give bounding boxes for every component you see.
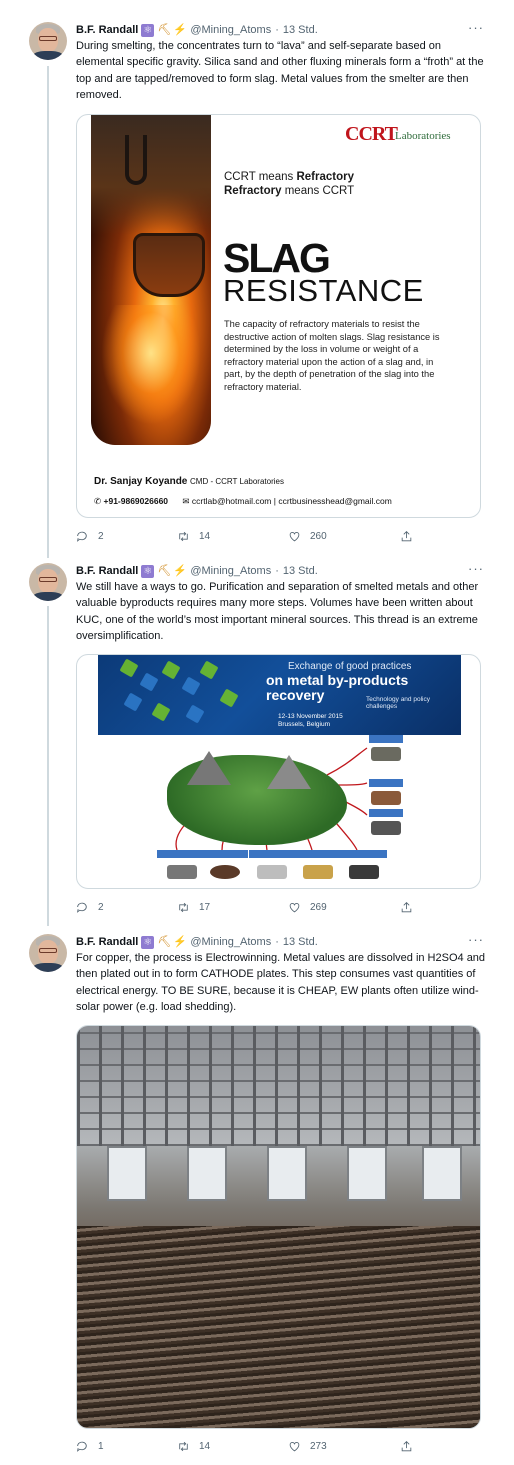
retweet-button[interactable]: 14 bbox=[177, 530, 210, 543]
poster-description: The capacity of refractory materials to … bbox=[224, 319, 440, 392]
timestamp[interactable]: 13 Std. bbox=[283, 936, 318, 948]
mountain bbox=[187, 751, 231, 785]
timestamp[interactable]: 13 Std. bbox=[283, 24, 318, 36]
product-label bbox=[341, 850, 387, 858]
heart-icon bbox=[289, 532, 300, 542]
author-name[interactable]: B.F. Randall bbox=[76, 24, 138, 36]
tweet-media-image[interactable] bbox=[76, 1025, 481, 1429]
separator: · bbox=[275, 24, 279, 36]
tweet-header: B.F. Randall ⚛ ⛏ ⚡ @Mining_Atoms · 13 St… bbox=[76, 563, 318, 579]
ccrt-logo: CCRT bbox=[345, 123, 398, 145]
pick-emoji-icon: ⛏ bbox=[157, 935, 172, 948]
tweet-text: During smelting, the concentrates turn t… bbox=[76, 40, 484, 101]
more-icon[interactable]: ··· bbox=[468, 20, 484, 35]
avatar[interactable] bbox=[29, 934, 67, 972]
tweet-actions: 2 17 269 bbox=[76, 901, 481, 917]
poster-title-resistance: RESISTANCE bbox=[223, 273, 424, 308]
tweet-3[interactable]: B.F. Randall ⚛ ⛏ ⚡ @Mining_Atoms · 13 St… bbox=[0, 932, 514, 1459]
reply-button[interactable]: 2 bbox=[76, 530, 104, 543]
tweet-actions: 2 14 260 bbox=[76, 530, 481, 546]
tweet-text: We still have a ways to go. Purification… bbox=[76, 581, 479, 642]
poster-person: Dr. Sanjay Koyande CMD - CCRT Laboratori… bbox=[94, 476, 284, 487]
atom-emoji-icon: ⚛ bbox=[141, 935, 155, 949]
lightning-emoji-icon: ⚡ bbox=[173, 23, 188, 36]
product-image bbox=[167, 865, 197, 879]
tweet-header: B.F. Randall ⚛ ⛏ ⚡ @Mining_Atoms · 13 St… bbox=[76, 934, 318, 950]
atom-emoji-icon: ⚛ bbox=[141, 23, 155, 37]
reply-button[interactable]: 1 bbox=[76, 1440, 104, 1453]
reply-icon bbox=[76, 902, 87, 913]
product-label bbox=[295, 850, 341, 858]
retweet-icon bbox=[179, 902, 188, 913]
share-icon bbox=[401, 1441, 412, 1452]
author-name[interactable]: B.F. Randall bbox=[76, 565, 138, 577]
share-button[interactable] bbox=[400, 530, 422, 543]
share-button[interactable] bbox=[400, 901, 422, 914]
tweet-2[interactable]: B.F. Randall ⚛ ⛏ ⚡ @Mining_Atoms · 13 St… bbox=[0, 561, 514, 918]
timestamp[interactable]: 13 Std. bbox=[283, 565, 318, 577]
pick-emoji-icon: ⛏ bbox=[157, 564, 172, 577]
author-handle[interactable]: @Mining_Atoms bbox=[190, 565, 271, 577]
electrowinning-plant-photo bbox=[77, 1026, 480, 1428]
author-handle[interactable]: @Mining_Atoms bbox=[190, 936, 271, 948]
more-icon[interactable]: ··· bbox=[468, 561, 484, 576]
product-image bbox=[371, 821, 401, 835]
logo-subtitle: Laboratories bbox=[395, 130, 451, 142]
tweet-text: For copper, the process is Electrowinnin… bbox=[76, 952, 486, 1013]
reply-icon bbox=[76, 1441, 87, 1452]
tweet-header: B.F. Randall ⚛ ⛏ ⚡ @Mining_Atoms · 13 St… bbox=[76, 22, 318, 38]
product-label bbox=[157, 850, 203, 858]
heart-icon bbox=[289, 1442, 300, 1452]
retweet-icon bbox=[179, 531, 188, 542]
lightning-emoji-icon: ⚡ bbox=[173, 935, 188, 948]
pick-emoji-icon: ⛏ bbox=[157, 23, 172, 36]
separator: · bbox=[275, 565, 279, 577]
share-icon bbox=[401, 902, 412, 913]
author-handle[interactable]: @Mining_Atoms bbox=[190, 24, 271, 36]
heart-icon bbox=[289, 903, 300, 913]
reply-button[interactable]: 2 bbox=[76, 901, 104, 914]
retweet-icon bbox=[179, 1441, 188, 1452]
like-button[interactable]: 273 bbox=[288, 1440, 327, 1453]
phone-icon: ✆ bbox=[94, 496, 102, 506]
tagline-line-2: Refractory means CCRT bbox=[224, 185, 355, 197]
mountain bbox=[267, 755, 311, 789]
tweet-media-image[interactable]: Exchange of good practices on metal by-p… bbox=[76, 654, 481, 889]
author-name[interactable]: B.F. Randall bbox=[76, 936, 138, 948]
tweet-1[interactable]: B.F. Randall ⚛ ⛏ ⚡ @Mining_Atoms · 13 St… bbox=[0, 20, 514, 542]
product-image bbox=[371, 747, 401, 761]
atom-emoji-icon: ⚛ bbox=[141, 564, 155, 578]
tweet-actions: 1 14 273 bbox=[76, 1440, 481, 1456]
product-image bbox=[210, 865, 240, 879]
poster-contact: ✆ +91-9869026660 ✉ ccrtlab@hotmail.com |… bbox=[94, 496, 392, 506]
tagline-line-1: CCRT means Refractory bbox=[224, 171, 354, 183]
share-icon bbox=[401, 531, 412, 542]
like-button[interactable]: 260 bbox=[288, 530, 327, 543]
product-image bbox=[349, 865, 379, 879]
retweet-button[interactable]: 14 bbox=[177, 1440, 210, 1453]
tweet-media-image[interactable]: CCRT Laboratories CCRT means Refractory … bbox=[76, 114, 481, 518]
product-image bbox=[371, 791, 401, 805]
email-icon: ✉ bbox=[182, 496, 190, 506]
retweet-button[interactable]: 17 bbox=[177, 901, 210, 914]
share-button[interactable] bbox=[400, 1440, 422, 1453]
reply-icon bbox=[76, 531, 87, 542]
product-image bbox=[303, 865, 333, 879]
product-label bbox=[369, 779, 403, 787]
separator: · bbox=[275, 936, 279, 948]
product-label bbox=[249, 850, 295, 858]
more-icon[interactable]: ··· bbox=[468, 932, 484, 947]
product-image bbox=[257, 865, 287, 879]
product-label bbox=[369, 735, 403, 743]
product-label bbox=[202, 850, 248, 858]
avatar[interactable] bbox=[29, 563, 67, 601]
molten-metal-photo bbox=[91, 115, 211, 445]
avatar[interactable] bbox=[29, 22, 67, 60]
like-button[interactable]: 269 bbox=[288, 901, 327, 914]
lightning-emoji-icon: ⚡ bbox=[173, 564, 188, 577]
product-label bbox=[369, 809, 403, 817]
